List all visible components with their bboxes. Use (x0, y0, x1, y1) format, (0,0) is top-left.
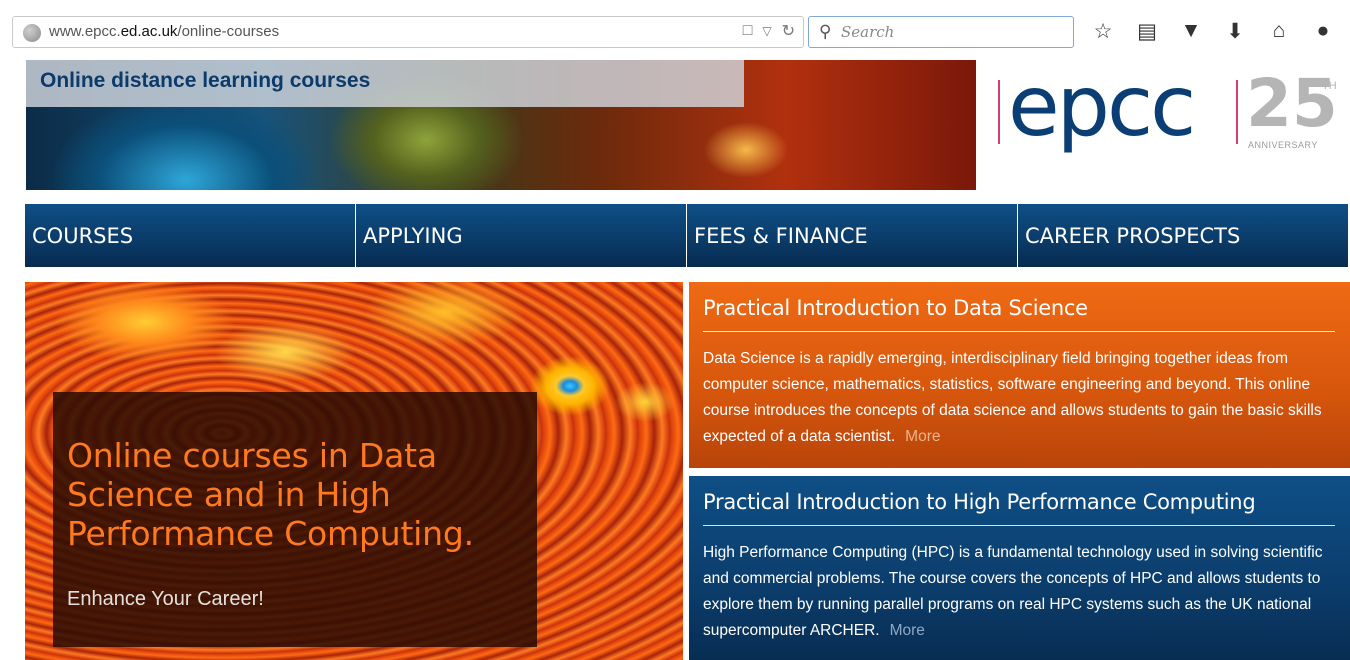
banner-title: Online distance learning courses (40, 69, 371, 92)
nav-item-courses[interactable]: COURSES (25, 204, 356, 267)
header-banner: Online distance learning courses (26, 60, 976, 190)
panel-text: High Performance Computing (HPC) is a fu… (703, 544, 1323, 639)
reload-icon[interactable]: ↻ (782, 21, 795, 41)
more-link-data-science[interactable]: More (905, 428, 940, 445)
pocket-icon[interactable]: ▼ (1178, 16, 1204, 46)
address-bar[interactable]: www.epcc.ed.ac.uk/online-courses □ ▽ ↻ (12, 16, 804, 48)
panel-text: Data Science is a rapidly emerging, inte… (703, 350, 1322, 445)
panel-body-hpc: High Performance Computing (HPC) is a fu… (703, 540, 1339, 644)
logo-divider-left (998, 80, 1000, 144)
logo-anniversary-suffix: TH (1322, 80, 1337, 92)
panel-divider (703, 331, 1335, 332)
panel-title-data-science[interactable]: Practical Introduction to Data Science (703, 296, 1088, 320)
toolbar-icons: ☆ ▤ ▼ ⬇ ⌂ ● (1090, 16, 1336, 46)
dropdown-icon[interactable]: ▽ (762, 24, 771, 38)
logo-brand: epcc (1008, 57, 1196, 155)
reading-list-icon[interactable]: ▤ (1134, 16, 1160, 46)
panel-title-hpc[interactable]: Practical Introduction to High Performan… (703, 490, 1256, 514)
banner-title-box: Online distance learning courses (26, 60, 744, 107)
browser-toolbar: www.epcc.ed.ac.uk/online-courses □ ▽ ↻ ⚲… (0, 0, 1350, 62)
course-panel-hpc: Practical Introduction to High Performan… (689, 476, 1350, 660)
nav-item-fees-finance[interactable]: FEES & FINANCE (687, 204, 1018, 267)
url-tools: □ ▽ ↻ (743, 21, 795, 41)
nav-item-career-prospects[interactable]: CAREER PROSPECTS (1018, 204, 1348, 267)
url-text[interactable]: www.epcc.ed.ac.uk/online-courses (49, 23, 279, 40)
url-path: /online-courses (177, 23, 280, 40)
search-input[interactable] (841, 21, 1061, 43)
more-link-hpc[interactable]: More (890, 622, 925, 639)
logo-divider-right (1236, 80, 1238, 144)
hero-caption-box: Online courses in Data Science and in Hi… (53, 392, 537, 647)
hero-image: Online courses in Data Science and in Hi… (25, 282, 683, 660)
hero-heading: Online courses in Data Science and in Hi… (67, 436, 474, 553)
epcc-logo[interactable]: epcc 25 TH ANNIVERSARY (996, 58, 1338, 158)
logo-anniversary-caption: ANNIVERSARY (1248, 140, 1318, 150)
search-box[interactable]: ⚲ (808, 16, 1074, 48)
chat-icon[interactable]: ● (1310, 16, 1336, 46)
panel-body-data-science: Data Science is a rapidly emerging, inte… (703, 346, 1339, 450)
course-panel-data-science: Practical Introduction to Data Science D… (689, 282, 1350, 468)
bookmark-star-icon[interactable]: ☆ (1090, 16, 1116, 46)
home-icon[interactable]: ⌂ (1266, 16, 1292, 46)
download-icon[interactable]: ⬇ (1222, 16, 1248, 46)
site-info-icon[interactable] (23, 24, 41, 42)
logo-anniversary-number: 25 (1246, 65, 1338, 142)
hero-subheading: Enhance Your Career! (67, 588, 264, 610)
search-icon: ⚲ (819, 22, 832, 41)
nav-item-applying[interactable]: APPLYING (356, 204, 687, 267)
reader-view-icon[interactable]: □ (743, 22, 753, 40)
url-domain: ed.ac.uk (120, 23, 178, 40)
panel-divider (703, 525, 1335, 526)
url-prefix: www.epcc. (49, 23, 121, 40)
main-nav: COURSES APPLYING FEES & FINANCE CAREER P… (25, 204, 1348, 267)
